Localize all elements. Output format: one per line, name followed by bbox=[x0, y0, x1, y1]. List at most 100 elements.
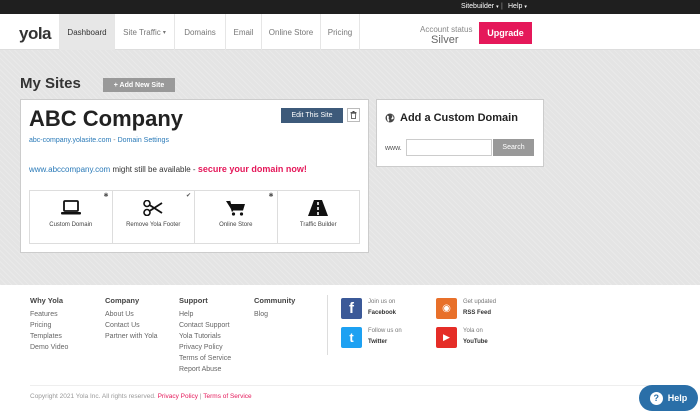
footer-link[interactable]: About Us bbox=[105, 309, 158, 320]
twitter-link[interactable]: t Follow us on Twitter bbox=[341, 326, 402, 348]
delete-site-button[interactable] bbox=[347, 108, 360, 122]
youtube-icon: ▶ bbox=[436, 326, 457, 348]
copyright-separator: | bbox=[199, 393, 202, 400]
road-icon bbox=[308, 200, 329, 216]
custom-domain-title-text: Add a Custom Domain bbox=[400, 112, 518, 124]
facebook-link[interactable]: f Join us on Facebook bbox=[341, 297, 396, 319]
footer-link[interactable]: Terms of Service bbox=[179, 353, 231, 364]
footer-link[interactable]: Pricing bbox=[30, 320, 68, 331]
available-text: might still be available - bbox=[110, 165, 198, 174]
cart-icon bbox=[225, 200, 245, 216]
help-menu[interactable]: Help ▾ bbox=[508, 3, 527, 10]
feature-remove-footer[interactable]: ✔ Remove Yola Footer bbox=[111, 191, 195, 243]
footer-link[interactable]: Yola Tutorials bbox=[179, 331, 231, 342]
footer-link[interactable]: Partner with Yola bbox=[105, 331, 158, 342]
feature-grid: ✱ Custom Domain ✔ Remove Yola Footer ✱ O… bbox=[29, 190, 360, 244]
social-caption: Join us on bbox=[368, 299, 396, 305]
help-label: Help bbox=[508, 3, 523, 10]
nav-domains[interactable]: Domains bbox=[174, 14, 225, 50]
nav-label: Domains bbox=[184, 27, 216, 37]
footer: Why Yola Features Pricing Templates Demo… bbox=[0, 285, 700, 419]
chevron-down-icon: ▾ bbox=[496, 3, 499, 10]
nav-label: Email bbox=[233, 27, 254, 37]
terms-of-service-link[interactable]: Terms of Service bbox=[203, 393, 251, 400]
domain-availability: www.abccompany.com might still be availa… bbox=[29, 164, 307, 174]
nav-site-traffic[interactable]: Site Traffic ▾ bbox=[114, 14, 174, 50]
nav-label: Dashboard bbox=[67, 27, 107, 37]
twitter-icon: t bbox=[341, 326, 362, 348]
checkmark-icon: ✔ bbox=[185, 193, 191, 199]
footer-rule bbox=[30, 385, 670, 386]
domain-search-input[interactable] bbox=[406, 139, 492, 156]
rss-link[interactable]: ◉ Get updated RSS Feed bbox=[436, 297, 496, 319]
custom-domain-card: Add a Custom Domain www. Search bbox=[376, 99, 544, 167]
chevron-down-icon: ▾ bbox=[162, 29, 166, 36]
social-caption: Follow us on bbox=[368, 328, 402, 334]
page-title: My Sites bbox=[20, 75, 81, 92]
account-status-label: Account status bbox=[420, 25, 473, 34]
site-links: abc-company.yolasite.com - Domain Settin… bbox=[29, 137, 169, 144]
gear-icon: ✱ bbox=[268, 193, 274, 199]
youtube-link[interactable]: ▶ Yola on YouTube bbox=[436, 326, 488, 348]
privacy-policy-link[interactable]: Privacy Policy bbox=[158, 393, 198, 400]
help-widget-label: Help bbox=[667, 393, 688, 403]
nav-label: Online Store bbox=[268, 27, 314, 37]
help-widget-button[interactable]: ? Help bbox=[639, 385, 698, 411]
yola-logo[interactable]: yola bbox=[19, 24, 52, 44]
footer-heading: Community bbox=[254, 296, 296, 305]
upgrade-button[interactable]: Upgrade bbox=[479, 22, 532, 44]
facebook-icon: f bbox=[341, 297, 362, 319]
social-name: RSS Feed bbox=[463, 310, 492, 316]
edit-site-button[interactable]: Edit This Site bbox=[281, 108, 343, 123]
topbar-separator: | bbox=[501, 3, 503, 10]
nav-pricing[interactable]: Pricing bbox=[320, 14, 360, 50]
footer-link[interactable]: Privacy Policy bbox=[179, 342, 231, 353]
feature-label: Remove Yola Footer bbox=[126, 222, 181, 228]
feature-traffic-builder[interactable]: Traffic Builder bbox=[276, 191, 360, 243]
www-label: www. bbox=[385, 145, 402, 152]
feature-online-store[interactable]: ✱ Online Store bbox=[194, 191, 277, 243]
footer-link[interactable]: Blog bbox=[254, 309, 295, 320]
social-name: Facebook bbox=[368, 310, 397, 316]
footer-link[interactable]: Templates bbox=[30, 331, 68, 342]
add-new-site-button[interactable]: + Add New Site bbox=[103, 78, 175, 92]
nav-dashboard[interactable]: Dashboard bbox=[59, 14, 114, 50]
footer-col-support: Support Help Contact Support Yola Tutori… bbox=[179, 296, 231, 375]
globe-icon bbox=[385, 113, 395, 123]
site-card: ABC Company Edit This Site abc-company.y… bbox=[20, 99, 369, 253]
scissors-icon bbox=[143, 200, 163, 216]
domain-search-button[interactable]: Search bbox=[493, 139, 534, 156]
footer-link[interactable]: Contact Support bbox=[179, 320, 231, 331]
social-name: YouTube bbox=[463, 339, 488, 345]
footer-heading: Support bbox=[179, 296, 208, 305]
footer-link[interactable]: Demo Video bbox=[30, 342, 68, 353]
available-domain[interactable]: www.abccompany.com bbox=[29, 165, 110, 174]
trash-icon bbox=[350, 111, 357, 119]
domain-settings-link[interactable]: Domain Settings bbox=[118, 137, 169, 144]
custom-domain-title: Add a Custom Domain bbox=[385, 112, 518, 124]
copyright-text: Copyright 2021 Yola Inc. All rights rese… bbox=[30, 393, 156, 400]
footer-col-company: Company About Us Contact Us Partner with… bbox=[105, 296, 158, 342]
site-url-link[interactable]: abc-company.yolasite.com bbox=[29, 137, 111, 144]
nav-label: Pricing bbox=[327, 27, 353, 37]
sitebuilder-menu[interactable]: Sitebuilder ▾ bbox=[461, 3, 499, 10]
rss-icon: ◉ bbox=[436, 297, 457, 319]
feature-label: Online Store bbox=[219, 222, 253, 228]
secure-domain-link[interactable]: secure your domain now! bbox=[198, 164, 307, 174]
account-status-value: Silver bbox=[431, 34, 459, 46]
footer-link[interactable]: Report Abuse bbox=[179, 364, 231, 375]
feature-custom-domain[interactable]: ✱ Custom Domain bbox=[30, 191, 112, 243]
footer-link[interactable]: Features bbox=[30, 309, 68, 320]
footer-link[interactable]: Help bbox=[179, 309, 231, 320]
social-caption: Yola on bbox=[463, 328, 483, 334]
footer-col-community: Community Blog bbox=[254, 296, 295, 320]
nav-email[interactable]: Email bbox=[225, 14, 261, 50]
question-icon: ? bbox=[649, 391, 663, 405]
footer-link[interactable]: Contact Us bbox=[105, 320, 158, 331]
feature-label: Traffic Builder bbox=[299, 222, 337, 228]
nav-online-store[interactable]: Online Store bbox=[261, 14, 320, 50]
nav-label: Site Traffic bbox=[123, 27, 161, 37]
top-bar: Sitebuilder ▾ | Help ▾ bbox=[0, 0, 700, 14]
feature-label: Custom Domain bbox=[49, 222, 93, 228]
site-name: ABC Company bbox=[29, 106, 184, 131]
